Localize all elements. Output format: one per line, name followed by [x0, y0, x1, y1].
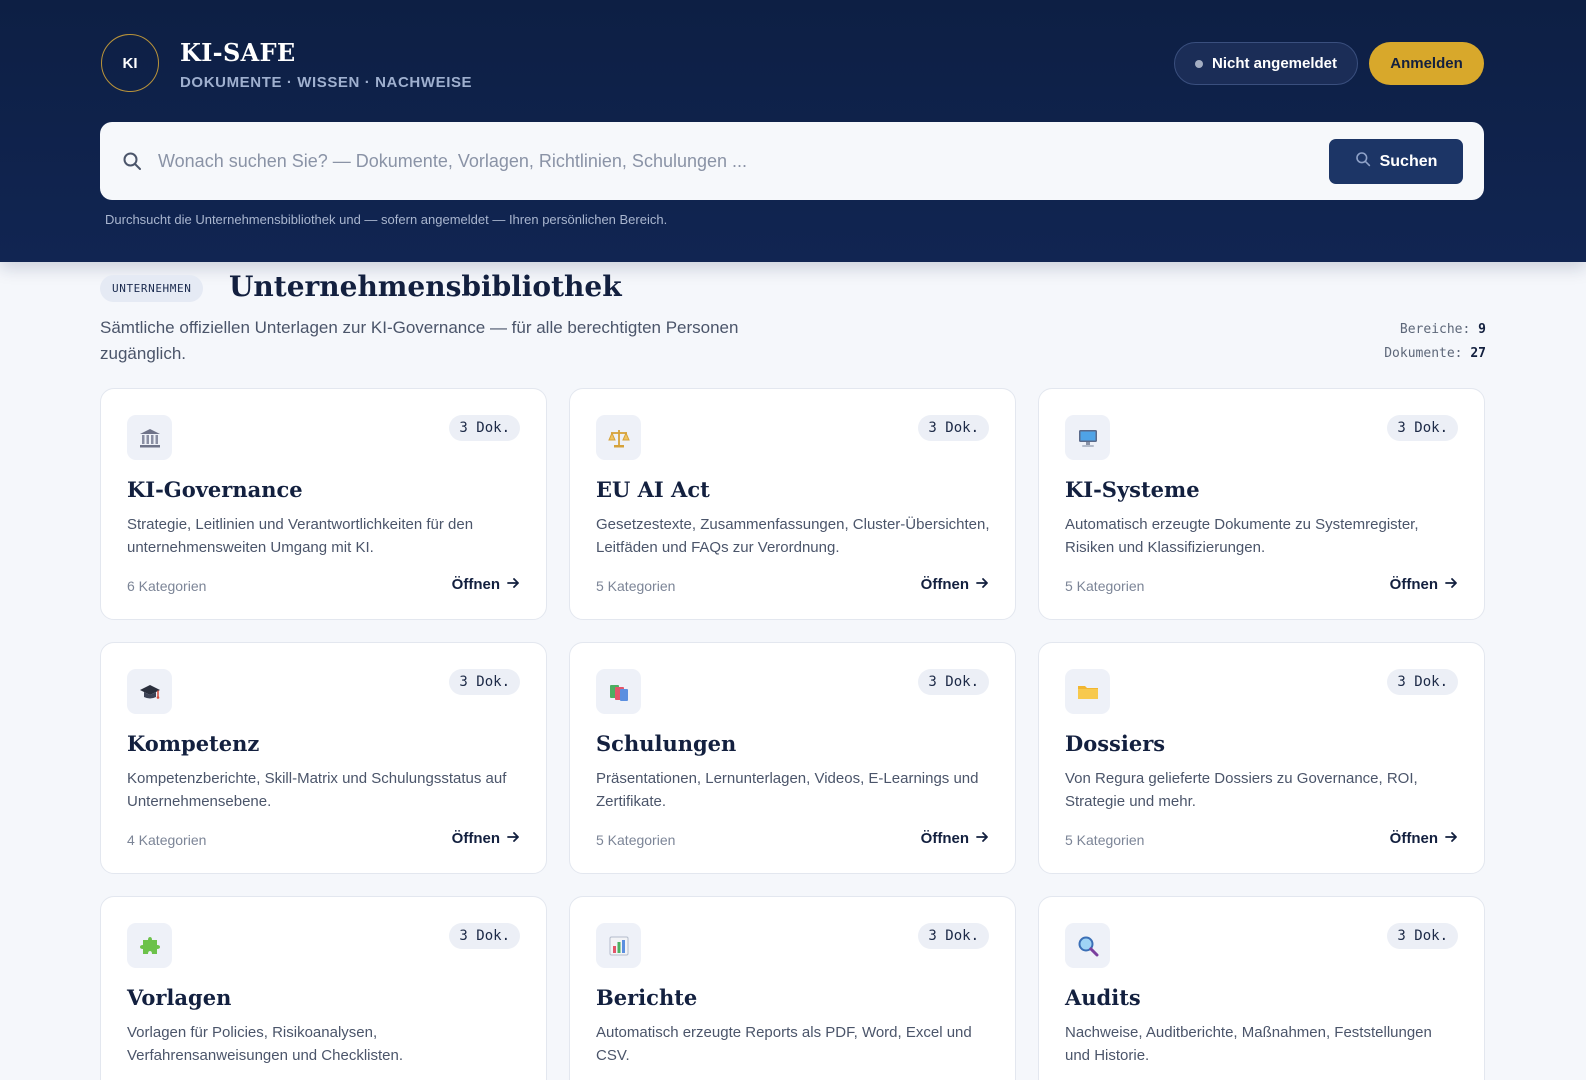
- card-category-count: 5 Kategorien: [1065, 832, 1145, 848]
- library-card-berichte[interactable]: 3 Dok. Berichte Automatisch erzeugte Rep…: [569, 896, 1016, 1080]
- document-count-badge: 3 Dok.: [449, 415, 520, 441]
- brand-title: KI-SAFE: [180, 38, 296, 67]
- section-description: Sämtliche offiziellen Unterlagen zur KI-…: [100, 318, 739, 363]
- search-icon: [122, 151, 142, 171]
- graduation-cap-icon: [127, 669, 172, 714]
- document-count-badge: 3 Dok.: [918, 669, 989, 695]
- arrow-right-icon: [1445, 576, 1458, 593]
- card-title: Berichte: [596, 985, 698, 1010]
- library-card-kompetenz[interactable]: 3 Dok. Kompetenz Kompetenzberichte, Skil…: [100, 642, 547, 874]
- open-label: Öffnen: [1389, 830, 1438, 847]
- open-label: Öffnen: [1389, 576, 1438, 593]
- open-link[interactable]: Öffnen: [1390, 576, 1458, 593]
- open-label: Öffnen: [451, 576, 500, 593]
- app-header: KI KI-SAFE DOKUMENTE · WISSEN · NACHWEIS…: [0, 0, 1586, 262]
- search-bar: Suchen: [100, 122, 1484, 200]
- stat-areas-label: Bereiche:: [1399, 322, 1471, 337]
- open-link[interactable]: Öffnen: [921, 576, 989, 593]
- search-button-label: Suchen: [1379, 152, 1438, 170]
- library-card-schulungen[interactable]: 3 Dok. Schulungen Präsentationen, Lernun…: [569, 642, 1016, 874]
- login-status-badge: Nicht angemeldet: [1174, 42, 1358, 85]
- card-title: Schulungen: [596, 731, 737, 756]
- computer-icon: [1065, 415, 1110, 460]
- logo-text: KI: [122, 54, 138, 72]
- arrow-right-icon: [976, 576, 989, 593]
- arrow-right-icon: [1445, 830, 1458, 847]
- document-count-badge: 3 Dok.: [918, 923, 989, 949]
- login-button[interactable]: Anmelden: [1369, 42, 1484, 85]
- scales-icon: [596, 415, 641, 460]
- card-description: Strategie, Leitlinien und Verantwortlich…: [127, 516, 474, 556]
- card-description: Präsentationen, Lernunterlagen, Videos, …: [596, 770, 979, 810]
- bank-icon: [127, 415, 172, 460]
- folder-icon: [1065, 669, 1110, 714]
- library-card-ki-governance[interactable]: 3 Dok. KI-Governance Strategie, Leitlini…: [100, 388, 547, 620]
- stat-documents-value: 27: [1470, 346, 1486, 361]
- open-label: Öffnen: [451, 830, 500, 847]
- card-title: EU AI Act: [596, 477, 710, 502]
- search-hint: Durchsucht die Unternehmensbibliothek un…: [105, 212, 668, 227]
- card-description: Kompetenzberichte, Skill-Matrix und Schu…: [127, 770, 507, 810]
- open-link[interactable]: Öffnen: [452, 576, 520, 593]
- logo[interactable]: KI: [101, 34, 159, 92]
- document-count-badge: 3 Dok.: [918, 415, 989, 441]
- arrow-right-icon: [507, 830, 520, 847]
- card-description: Automatisch erzeugte Reports als PDF, Wo…: [596, 1024, 972, 1064]
- library-card-vorlagen[interactable]: 3 Dok. Vorlagen Vorlagen für Policies, R…: [100, 896, 547, 1080]
- card-title: Dossiers: [1065, 731, 1166, 756]
- card-description: Automatisch erzeugte Dokumente zu System…: [1065, 516, 1419, 556]
- card-title: Kompetenz: [127, 731, 260, 756]
- card-title: KI-Governance: [127, 477, 303, 502]
- library-card-ki-systeme[interactable]: 3 Dok. KI-Systeme Automatisch erzeugte D…: [1038, 388, 1485, 620]
- open-link[interactable]: Öffnen: [921, 830, 989, 847]
- stat-documents-label: Dokumente:: [1384, 346, 1463, 361]
- card-title: Audits: [1065, 985, 1141, 1010]
- brand-subtitle: DOKUMENTE · WISSEN · NACHWEISE: [180, 74, 473, 91]
- document-count-badge: 3 Dok.: [1387, 669, 1458, 695]
- arrow-right-icon: [976, 830, 989, 847]
- card-category-count: 6 Kategorien: [127, 578, 207, 594]
- document-count-badge: 3 Dok.: [449, 923, 520, 949]
- search-button-icon: [1355, 151, 1371, 172]
- search-input[interactable]: [158, 141, 1288, 181]
- stat-areas-value: 9: [1478, 322, 1486, 337]
- card-description: Vorlagen für Policies, Risikoanalysen, V…: [127, 1024, 404, 1064]
- section-badge: UNTERNEHMEN: [100, 275, 204, 302]
- card-category-count: 5 Kategorien: [1065, 578, 1145, 594]
- page-title: Unternehmensbibliothek: [229, 270, 622, 303]
- status-dot-icon: [1194, 59, 1203, 68]
- arrow-right-icon: [507, 576, 520, 593]
- bar-chart-icon: [596, 923, 641, 968]
- books-icon: [596, 669, 641, 714]
- card-description: Nachweise, Auditberichte, Maßnahmen, Fes…: [1065, 1024, 1432, 1064]
- stat-areas: Bereiche: 9: [1384, 318, 1486, 342]
- stat-documents: Dokumente: 27: [1384, 342, 1486, 366]
- open-label: Öffnen: [920, 830, 969, 847]
- card-category-count: 4 Kategorien: [127, 832, 207, 848]
- library-card-dossiers[interactable]: 3 Dok. Dossiers Von Regura gelieferte Do…: [1038, 642, 1485, 874]
- library-card-eu-ai-act[interactable]: 3 Dok. EU AI Act Gesetzestexte, Zusammen…: [569, 388, 1016, 620]
- card-description: Gesetzestexte, Zusammenfassungen, Cluste…: [596, 516, 990, 556]
- document-count-badge: 3 Dok.: [1387, 923, 1458, 949]
- login-status-label: Nicht angemeldet: [1211, 55, 1338, 72]
- document-count-badge: 3 Dok.: [1387, 415, 1458, 441]
- puzzle-icon: [127, 923, 172, 968]
- document-count-badge: 3 Dok.: [449, 669, 520, 695]
- card-title: KI-Systeme: [1065, 477, 1200, 502]
- magnifier-icon: [1065, 923, 1110, 968]
- library-card-audits[interactable]: 3 Dok. Audits Nachweise, Auditberichte, …: [1038, 896, 1485, 1080]
- search-button[interactable]: Suchen: [1329, 139, 1463, 184]
- open-link[interactable]: Öffnen: [1390, 830, 1458, 847]
- open-link[interactable]: Öffnen: [452, 830, 520, 847]
- card-description: Von Regura gelieferte Dossiers zu Govern…: [1065, 770, 1418, 810]
- library-stats: Bereiche: 9 Dokumente: 27: [1384, 318, 1486, 366]
- card-category-count: 5 Kategorien: [596, 578, 676, 594]
- open-label: Öffnen: [920, 576, 969, 593]
- card-category-count: 5 Kategorien: [596, 832, 676, 848]
- card-title: Vorlagen: [127, 985, 232, 1010]
